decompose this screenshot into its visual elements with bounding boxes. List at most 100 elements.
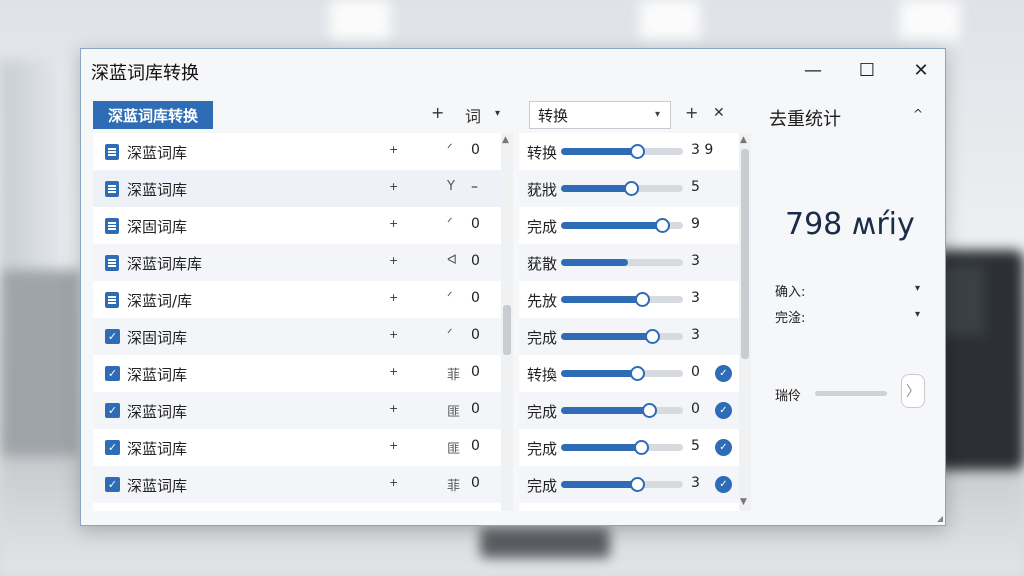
- status-mark: ᐟ: [447, 290, 453, 305]
- scroll-up-icon[interactable]: ▲: [502, 135, 509, 145]
- list-item[interactable]: ✓ 深蓝词库 + 匪 0: [93, 392, 501, 429]
- progress-value: 3 9: [691, 142, 714, 158]
- tab-converter[interactable]: 深蓝词库转换: [93, 101, 213, 129]
- progress-bar[interactable]: [561, 218, 683, 233]
- chevron-down-icon[interactable]: ▾: [915, 309, 920, 320]
- document-icon: [105, 181, 119, 197]
- progress-bar[interactable]: [561, 403, 683, 418]
- add-icon[interactable]: +: [389, 143, 398, 156]
- scroll-down-icon[interactable]: ▼: [740, 497, 747, 507]
- minimize-button[interactable]: —: [793, 57, 833, 83]
- slider-knob[interactable]: [624, 181, 639, 196]
- list-item[interactable]: 深蓝词/库 + ᐟ 0: [93, 281, 501, 318]
- slider-knob[interactable]: [630, 144, 645, 159]
- list-item[interactable]: ✓ 深蓝词库 + 菲 0: [93, 466, 501, 503]
- progress-row: 完成 5 ✓: [519, 429, 751, 466]
- mode-select[interactable]: 转换 ▾: [529, 101, 671, 129]
- add-icon[interactable]: +: [389, 439, 398, 452]
- count-value: 0: [471, 475, 480, 491]
- checkbox-checked-icon[interactable]: ✓: [105, 329, 120, 344]
- stats-panel: 去重统计 ^ 798 ʍŕiy 确入: ▾ 完淦: ▾ 瑞伶 〉: [761, 99, 941, 519]
- count-value: –: [471, 179, 478, 195]
- progress-bar[interactable]: [561, 144, 683, 159]
- count-value: 0: [471, 438, 480, 454]
- maximize-button[interactable]: ☐: [847, 57, 887, 83]
- progress-label: 莸戕: [527, 181, 558, 199]
- progress-bar[interactable]: [561, 329, 683, 344]
- progress-bar[interactable]: [561, 366, 683, 381]
- progress-bar[interactable]: [561, 259, 683, 266]
- progress-bar[interactable]: [561, 181, 683, 196]
- stats-slider[interactable]: [815, 391, 887, 396]
- progress-scrollbar[interactable]: ▲ ▼: [739, 133, 751, 511]
- close-button[interactable]: ✕: [901, 57, 941, 83]
- scroll-thumb[interactable]: [503, 305, 511, 355]
- progress-fill: [561, 481, 638, 488]
- status-mark: ᐊ: [447, 253, 457, 268]
- scroll-up-icon[interactable]: ▲: [740, 135, 747, 145]
- app-window: 深蓝词库转换 — ☐ ✕ 深蓝词库转换 + 词 ▾ 转换 ▾ + ✕ 深蓝词库 +…: [80, 48, 946, 526]
- slider-knob[interactable]: [645, 329, 660, 344]
- check-circle-icon: ✓: [715, 402, 732, 419]
- progress-value: 0: [691, 364, 700, 380]
- status-mark: 菲: [447, 479, 461, 494]
- word-menu-button[interactable]: 词: [465, 103, 481, 127]
- slider-knob[interactable]: [630, 477, 645, 492]
- checkbox-checked-icon[interactable]: ✓: [105, 403, 120, 418]
- progress-row: 莸散 3: [519, 244, 751, 281]
- progress-bar[interactable]: [561, 477, 683, 492]
- list-item[interactable]: 深蓝词库库 + ᐊ 0: [93, 244, 501, 281]
- count-value: 0: [471, 142, 480, 158]
- stats-title: 去重统计: [769, 109, 841, 130]
- progress-row: 莸戕 5: [519, 170, 751, 207]
- add-icon[interactable]: +: [389, 402, 398, 415]
- status-mark: ᐟ: [447, 142, 453, 157]
- next-button[interactable]: 〉: [901, 374, 925, 408]
- checkbox-checked-icon[interactable]: ✓: [105, 477, 120, 492]
- list-item[interactable]: 深蓝词库 + ᐟ 0: [93, 133, 501, 170]
- progress-bar[interactable]: [561, 292, 683, 307]
- checkbox-checked-icon[interactable]: ✓: [105, 366, 120, 381]
- slider-knob[interactable]: [634, 440, 649, 455]
- title-bar: 深蓝词库转换 — ☐ ✕: [81, 49, 945, 91]
- slider-knob[interactable]: [630, 366, 645, 381]
- progress-row: 转換 0 ✓: [519, 355, 751, 392]
- progress-value: 3: [691, 475, 700, 491]
- close-icon[interactable]: ✕: [713, 105, 725, 121]
- slider-knob[interactable]: [642, 403, 657, 418]
- add-icon[interactable]: +: [389, 328, 398, 341]
- progress-label: 莸散: [527, 255, 558, 273]
- progress-fill: [561, 407, 650, 414]
- add-icon[interactable]: +: [685, 103, 698, 122]
- list-item[interactable]: 深蓝词库 + Y –: [93, 170, 501, 207]
- list-item[interactable]: ✓ 深固词库 + ᐟ 0: [93, 318, 501, 355]
- add-icon[interactable]: +: [431, 103, 444, 122]
- list-item[interactable]: ✓ 深蓝词库 + 菲 0: [93, 355, 501, 392]
- list-scrollbar[interactable]: ▲: [501, 133, 513, 511]
- slider-label: 瑞伶: [775, 389, 802, 404]
- resize-grip-icon[interactable]: ◢: [937, 514, 943, 523]
- collapse-icon[interactable]: ^: [913, 107, 923, 121]
- stats-total: 798 ʍŕiy: [785, 207, 915, 242]
- count-value: 0: [471, 253, 480, 269]
- mode-select-value: 转换: [538, 106, 569, 125]
- slider-knob[interactable]: [635, 292, 650, 307]
- add-icon[interactable]: +: [389, 476, 398, 489]
- add-icon[interactable]: +: [389, 365, 398, 378]
- progress-bar[interactable]: [561, 440, 683, 455]
- list-item[interactable]: ✓ 深蓝词库 + 匪 0: [93, 429, 501, 466]
- add-icon[interactable]: +: [389, 291, 398, 304]
- chevron-down-icon[interactable]: ▾: [495, 108, 500, 119]
- add-icon[interactable]: +: [389, 180, 398, 193]
- progress-fill: [561, 148, 638, 155]
- add-icon[interactable]: +: [389, 254, 398, 267]
- progress-value: 0: [691, 401, 700, 417]
- scroll-thumb[interactable]: [741, 149, 749, 359]
- progress-fill: [561, 222, 663, 229]
- list-item[interactable]: 深固词库 + ᐟ 0: [93, 207, 501, 244]
- done-label: 完淦:: [775, 311, 806, 326]
- slider-knob[interactable]: [655, 218, 670, 233]
- chevron-down-icon[interactable]: ▾: [915, 283, 920, 294]
- checkbox-checked-icon[interactable]: ✓: [105, 440, 120, 455]
- add-icon[interactable]: +: [389, 217, 398, 230]
